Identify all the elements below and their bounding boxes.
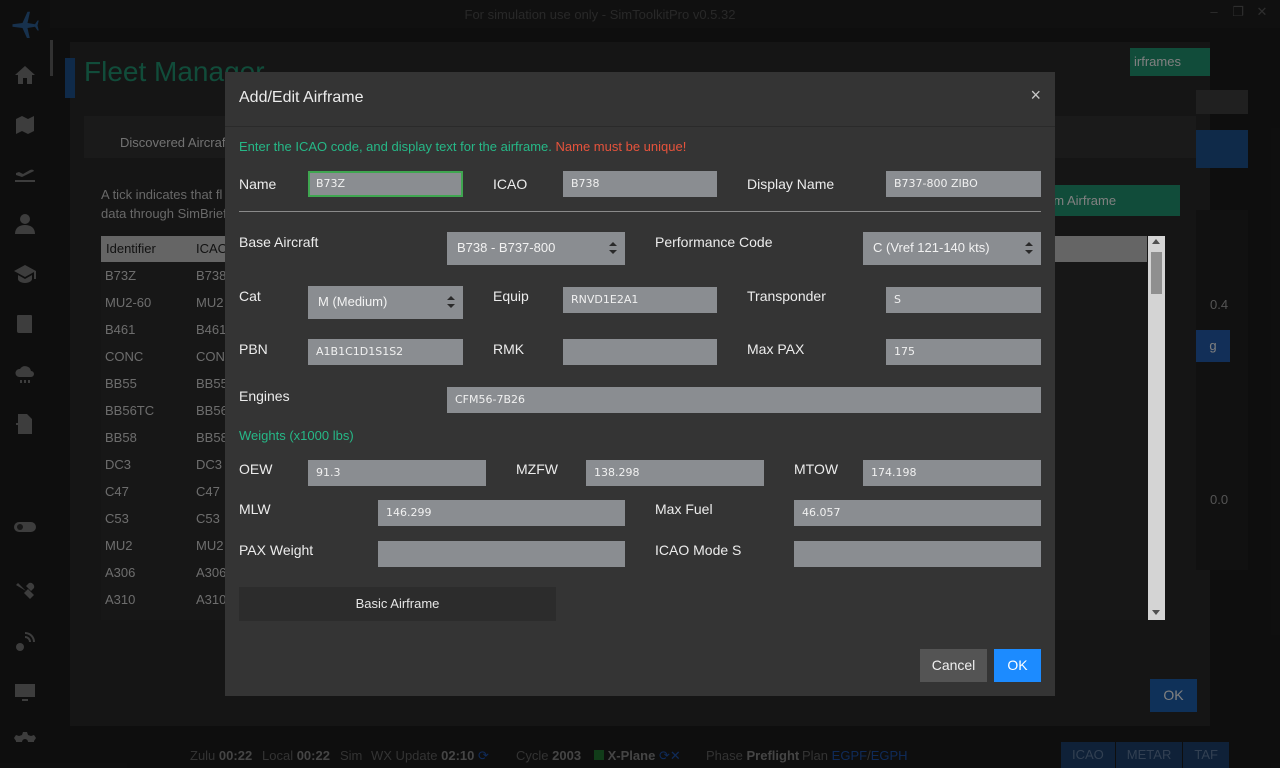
mzfw-input[interactable]: 138.298 [586,460,764,486]
icao-input[interactable]: B738 [563,171,717,197]
info-message: Enter the ICAO code, and display text fo… [239,139,687,154]
performance-code-select[interactable]: C (Vref 121-140 kts) [863,232,1041,265]
base-aircraft-label: Base Aircraft [239,234,319,250]
name-label: Name [239,176,277,192]
name-input[interactable]: B73Z [308,171,463,197]
ok-button[interactable]: OK [994,649,1041,682]
pax-weight-input[interactable] [378,541,625,567]
section-divider [239,211,1041,212]
icao-label: ICAO [493,176,528,192]
mlw-label: MLW [239,501,271,517]
rmk-input[interactable] [563,339,717,365]
select-arrow-icon [609,241,617,255]
basic-airframe-button[interactable]: Basic Airframe [239,587,556,621]
icao-mode-s-label: ICAO Mode S [655,542,742,558]
performance-code-label: Performance Code [655,234,773,250]
cat-label: Cat [239,288,261,304]
engines-input[interactable]: CFM56-7B26 [447,387,1041,413]
scroll-thumb[interactable] [1151,252,1162,294]
weights-section-label: Weights (x1000 lbs) [239,428,354,443]
max-pax-label: Max PAX [747,341,805,357]
scroll-down-icon[interactable] [1152,610,1160,615]
max-fuel-input[interactable]: 46.057 [794,500,1041,526]
cat-select[interactable]: M (Medium) [308,286,463,319]
mtow-label: MTOW [794,461,839,477]
select-arrow-icon [1025,241,1033,255]
modal-header-divider [225,126,1055,127]
scroll-up-icon[interactable] [1152,239,1160,244]
mzfw-label: MZFW [516,461,558,477]
equip-label: Equip [493,288,529,304]
icao-mode-s-input[interactable] [794,541,1041,567]
modal-title: Add/Edit Airframe [239,89,364,106]
modal-scrollbar[interactable] [1148,236,1165,620]
engines-label: Engines [239,388,290,404]
display-name-label: Display Name [747,176,835,192]
base-aircraft-select[interactable]: B738 - B737-800 [447,232,625,265]
max-fuel-label: Max Fuel [655,501,713,517]
mtow-input[interactable]: 174.198 [863,460,1041,486]
unique-warning: Name must be unique! [555,139,687,154]
pax-weight-label: PAX Weight [239,542,314,558]
mlw-input[interactable]: 146.299 [378,500,625,526]
select-arrow-icon [447,295,455,309]
pbn-label: PBN [239,341,268,357]
transponder-label: Transponder [747,288,826,304]
close-icon[interactable]: × [1030,85,1041,106]
oew-label: OEW [239,461,273,477]
rmk-label: RMK [493,341,525,357]
max-pax-input[interactable]: 175 [886,339,1041,365]
transponder-input[interactable]: S [886,287,1041,313]
equip-input[interactable]: RNVD1E2A1 [563,287,717,313]
pbn-input[interactable]: A1B1C1D1S1S2 [308,339,463,365]
display-name-input[interactable]: B737-800 ZIBO [886,171,1041,197]
oew-input[interactable]: 91.3 [308,460,486,486]
cancel-button[interactable]: Cancel [920,649,987,682]
